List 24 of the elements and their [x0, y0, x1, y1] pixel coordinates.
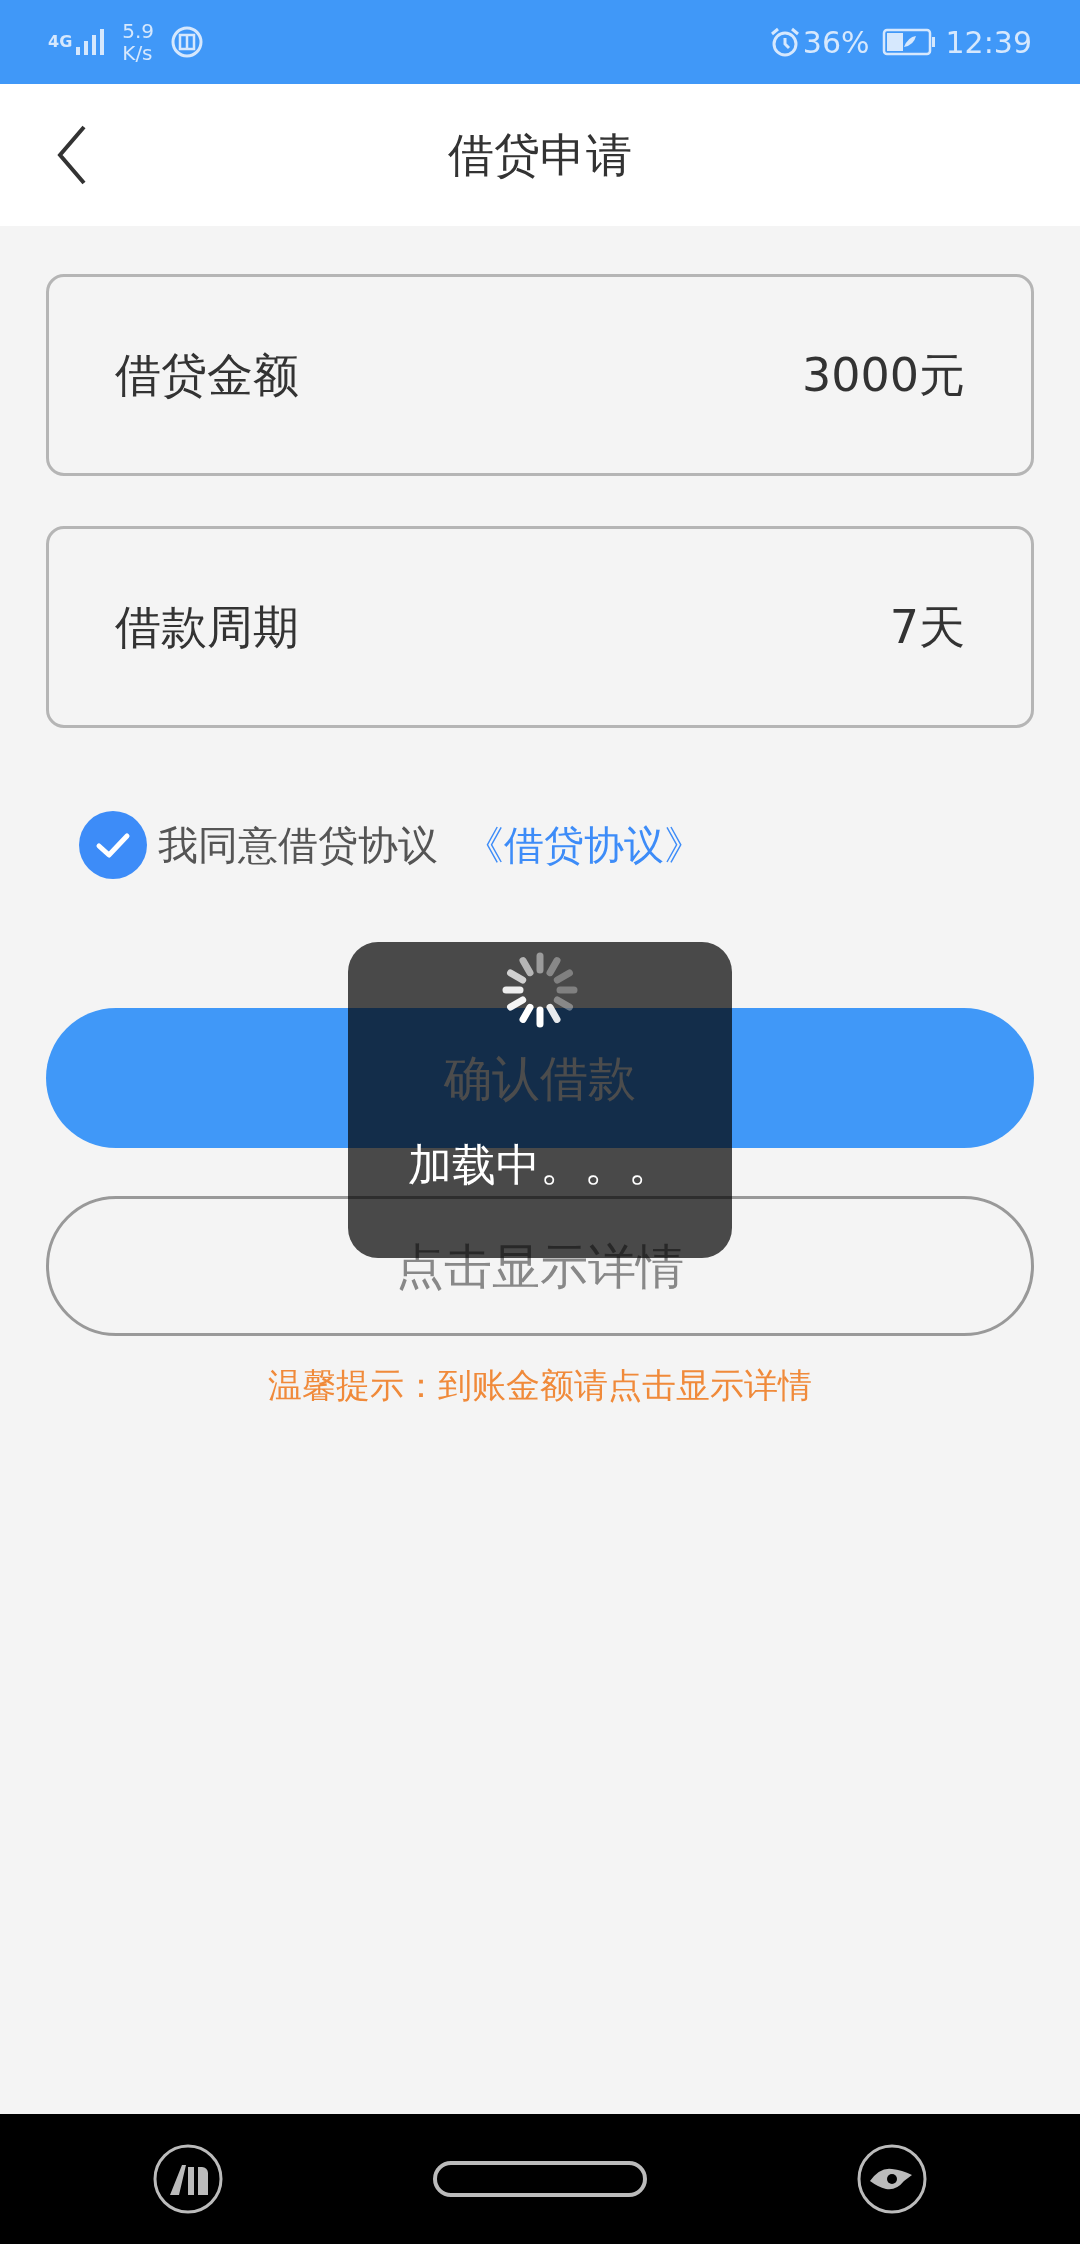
network-speed: 5.9 [122, 20, 155, 42]
field-value: 7天 [889, 598, 965, 656]
form-row[interactable]: 借款周期 7天 [46, 526, 1034, 728]
home-pill-icon[interactable] [432, 2160, 648, 2198]
page-title: 借贷申请 [448, 126, 632, 184]
network-type: 4G [48, 31, 73, 53]
app-icon[interactable] [152, 2143, 224, 2215]
battery-percent: 36% [802, 23, 870, 62]
field-value: 3000元 [801, 346, 965, 404]
speed-unit: K/s [122, 42, 154, 64]
clock-time: 12:39 [945, 23, 1032, 62]
eye-icon[interactable] [856, 2143, 928, 2215]
field-label: 借贷金额 [115, 346, 299, 404]
agreement-text: 我同意借贷协议 [158, 821, 438, 870]
spinner-icon [502, 952, 578, 1028]
alarm-icon [768, 26, 801, 58]
field-label: 借款周期 [115, 598, 299, 656]
checkbox[interactable] [78, 810, 148, 880]
form-row[interactable]: 借贷金额 3000元 [46, 274, 1034, 476]
battery-icon [881, 27, 936, 57]
loading-text: 加载中。。。 [408, 1138, 672, 1192]
hint-text: 温馨提示：到账金额请点击显示详情 [267, 1364, 813, 1407]
back-icon[interactable] [56, 125, 88, 185]
sim-icon [170, 25, 205, 59]
